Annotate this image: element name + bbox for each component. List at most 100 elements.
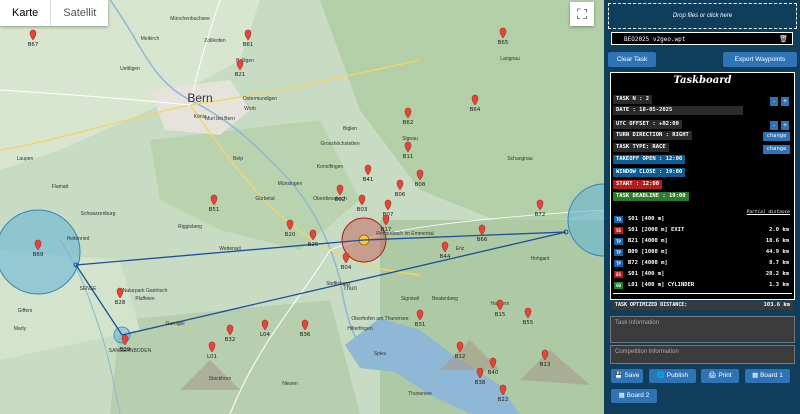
tab-satellite[interactable]: Satellit xyxy=(50,0,108,26)
turnpoint-badge: GO xyxy=(614,282,623,289)
map-place-label: Oberhofen am Thunersee xyxy=(351,316,408,322)
waypoint-label: B51 xyxy=(209,207,220,213)
trash-icon[interactable]: 🗑 xyxy=(779,33,788,46)
waypoint-label: B03 xyxy=(357,207,368,213)
taskboard: Taskboard TASK N : 2 - + DATE : 18-05-20… xyxy=(610,72,795,300)
loaded-file: BEO2025 v2geo.wpt 🗑 xyxy=(611,32,793,45)
task-number-plus-button[interactable]: + xyxy=(781,97,789,106)
map-canvas[interactable]: BernKönizWorbBelpMünsingenThunSpiezSchwa… xyxy=(0,0,604,414)
publish-button[interactable]: 🌐 Publish xyxy=(649,369,696,383)
taskboard-title: Taskboard xyxy=(673,75,732,86)
waypoint-label: L01 xyxy=(207,354,217,360)
board2-button[interactable]: ▦ Board 2 xyxy=(611,389,657,403)
task-date[interactable]: DATE : 18-05-2025 xyxy=(613,106,743,115)
save-label: Save xyxy=(624,372,640,379)
waypoint-label: B64 xyxy=(470,107,481,113)
file-drop-zone[interactable]: Drop files or click here xyxy=(608,3,797,29)
utc-offset: UTC OFFSET : +02:00 xyxy=(613,120,682,129)
map-place-label: Ostermundigen xyxy=(243,96,277,102)
turnpoint-row[interactable]: TP B21 [4000 m] 18.6 km xyxy=(614,237,791,246)
map-place-label: Spiez xyxy=(374,351,387,357)
map-place-label: Eriz xyxy=(456,246,465,252)
waypoint-label: B13 xyxy=(540,362,551,368)
turn-direction-change-button[interactable]: change xyxy=(763,132,790,141)
turnpoint-row[interactable]: TP B09 [1000 m] 44.9 km xyxy=(614,248,791,257)
map-type-tabs: Karte Satellit xyxy=(0,0,109,26)
turnpoint-distance: 18.6 km xyxy=(765,238,789,244)
window-close[interactable]: WINDOW CLOSE : 19:00 xyxy=(613,168,686,177)
map-place-label: Schwarzenburg xyxy=(81,211,116,217)
tab-map[interactable]: Karte xyxy=(0,0,50,26)
turnpoint-distance: 1.3 km xyxy=(769,282,789,288)
takeoff-open[interactable]: TAKEOFF OPEN : 12:00 xyxy=(613,155,686,164)
waypoint-label: B62 xyxy=(403,120,414,126)
start-time[interactable]: START : 12:00 xyxy=(613,180,663,189)
utc-plus-button[interactable]: + xyxy=(781,121,789,130)
save-button[interactable]: 💾 Save xyxy=(611,369,643,383)
turnpoint-distance: 2.0 km xyxy=(769,227,789,233)
map-place-label: Zollikofen xyxy=(204,38,226,44)
fullscreen-icon[interactable]: ⛶ xyxy=(570,2,594,26)
waypoint-label: B04 xyxy=(341,265,352,271)
map-place-label: Flamatt xyxy=(52,184,69,190)
waypoint-label: B69 xyxy=(33,252,44,258)
board1-button[interactable]: ▦ Board 1 xyxy=(745,369,790,383)
print-label: Print xyxy=(718,372,732,379)
turnpoint-row[interactable]: TO S01 [400 m] xyxy=(614,215,791,224)
task-number-minus-button[interactable]: - xyxy=(770,97,778,106)
map-place-label: Laupen xyxy=(17,156,34,162)
map-place-label: Uettligen xyxy=(120,66,140,72)
map-place-label: Stockhorn xyxy=(209,376,232,382)
turnpoint-name: B72 [4000 m] xyxy=(628,260,668,266)
map-place-label: Marly xyxy=(14,326,27,332)
map-place-label: Münchenbuchsee xyxy=(170,16,210,22)
map-place-label: Niesen xyxy=(282,381,298,387)
turnpoint-badge: TO xyxy=(614,216,623,223)
map-place-label: Gürbetal xyxy=(255,196,274,202)
turnpoint-row[interactable]: GO L01 [400 m] CYLINDER 1.3 km xyxy=(614,281,791,290)
map-place-label: Muri bei Bern xyxy=(205,116,235,122)
map-place-label: Belp xyxy=(233,156,243,162)
export-waypoints-button[interactable]: Export Waypoints xyxy=(723,52,797,67)
map-place-label: Heitenried xyxy=(67,236,90,242)
map-place-label: Sigriswil xyxy=(401,296,419,302)
utc-minus-button[interactable]: - xyxy=(770,121,778,130)
waypoint-label: B44 xyxy=(440,254,451,260)
file-name: BEO2025 v2geo.wpt xyxy=(624,36,686,43)
board2-label: Board 2 xyxy=(626,392,650,399)
print-button[interactable]: 🖨 Print xyxy=(701,369,739,383)
turnpoint-row[interactable]: SS S01 [2000 m] EXIT 2.0 km xyxy=(614,226,791,235)
map-place-label: Riggisberg xyxy=(178,224,202,230)
map-place-label: Meikirch xyxy=(141,36,160,42)
turnpoint-distance: 44.9 km xyxy=(765,249,789,255)
turnpoint-name: B09 [1000 m] xyxy=(628,249,668,255)
turnpoint-name: S01 [400 m] xyxy=(628,216,665,222)
task-type-change-button[interactable]: change xyxy=(763,145,790,154)
waypoint-label: B21 xyxy=(235,72,246,78)
divider xyxy=(613,293,792,294)
publish-label: Publish xyxy=(666,372,689,379)
competition-information-field[interactable]: Competition Information xyxy=(610,345,795,364)
turnpoint-row[interactable]: TP B72 [4000 m] 8.7 km xyxy=(614,259,791,268)
map-place-label: Giffers xyxy=(18,308,33,314)
waypoint-label: B17 xyxy=(381,227,392,233)
map-place-label: Naturpark Gantrisch xyxy=(123,288,168,294)
waypoint-label: B11 xyxy=(403,154,414,160)
turnpoint-badge: TP xyxy=(614,260,623,267)
waypoint-label: B20 xyxy=(285,232,296,238)
waypoint-label: B40 xyxy=(488,370,499,376)
clear-task-button[interactable]: Clear Task xyxy=(608,52,656,67)
task-deadline[interactable]: TASK DEADLINE : 19:00 xyxy=(613,192,689,201)
map-place-label: Hohgant xyxy=(531,256,551,262)
task-information-field[interactable]: Task Information xyxy=(610,316,795,343)
turnpoint-badge: ES xyxy=(614,271,623,278)
map-place-label: Signau xyxy=(402,136,418,142)
turnpoint-row[interactable]: ES S01 [400 m] 28.2 km xyxy=(614,270,791,279)
turnpoint-distance: 28.2 km xyxy=(765,271,789,277)
turnpoint-name: S01 [2000 m] EXIT xyxy=(628,227,685,233)
waypoint-label: B22 xyxy=(498,397,509,403)
waypoint-label: L04 xyxy=(260,332,271,338)
map-place-label: Plaffeien xyxy=(135,296,155,302)
map-place-label: Thunersee xyxy=(408,391,432,397)
map-view[interactable]: Bern Köniz Worb Belp Münsingen Thun Spiez Schwa… xyxy=(0,0,604,414)
